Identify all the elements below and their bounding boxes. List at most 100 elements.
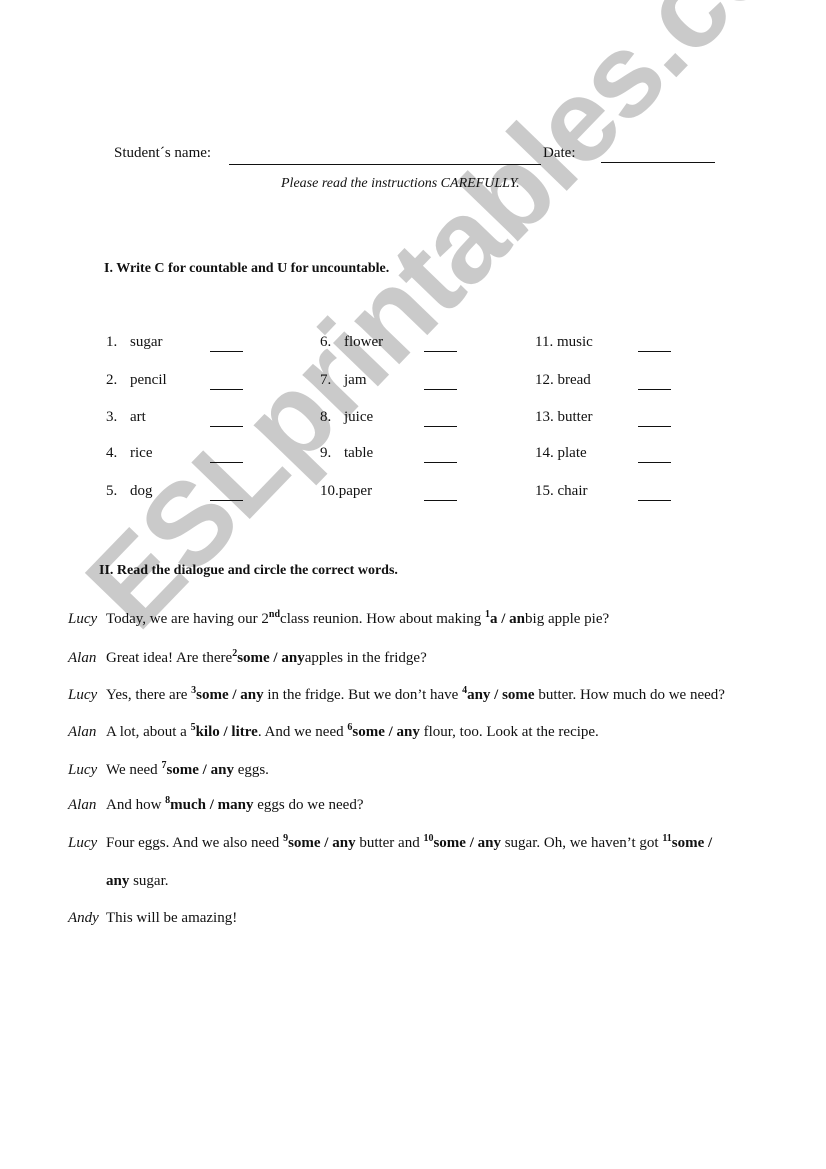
- list-item: 9. table: [320, 445, 373, 462]
- item-number: 3.: [106, 409, 118, 425]
- answer-blank[interactable]: [210, 462, 243, 463]
- list-item: 12. bread: [535, 372, 591, 389]
- item-number: 4.: [106, 445, 118, 461]
- speaker: Alan: [68, 724, 97, 740]
- answer-blank[interactable]: [638, 389, 671, 390]
- item-number: 15.: [535, 483, 554, 499]
- choice-option[interactable]: some /: [672, 835, 712, 851]
- item-number: 7.: [320, 372, 332, 388]
- instructions-note: Please read the instructions CAREFULLY.: [281, 176, 520, 191]
- item-number: 8.: [320, 409, 332, 425]
- list-item: 5. dog: [106, 483, 153, 500]
- item-number: 2.: [106, 372, 118, 388]
- answer-blank[interactable]: [424, 426, 457, 427]
- item-word: butter: [557, 409, 593, 425]
- item-word: juice: [344, 409, 374, 425]
- choice-option[interactable]: much / many: [170, 797, 253, 813]
- item-word: plate: [557, 445, 587, 461]
- dialogue-text: Today, we are having our 2: [106, 611, 269, 627]
- item-word: pencil: [130, 372, 167, 388]
- section-2-title: II. Read the dialogue and circle the cor…: [99, 563, 398, 578]
- dialogue-text: Yes, there are: [106, 687, 192, 703]
- speaker: Alan: [68, 650, 97, 666]
- dialogue-text: apples in the fridge?: [304, 650, 427, 666]
- choice-option[interactable]: any / some: [467, 687, 535, 703]
- section-1-title: I. Write C for countable and U for uncou…: [104, 261, 390, 276]
- choice-option[interactable]: some / any: [166, 762, 234, 778]
- item-word: jam: [344, 372, 367, 388]
- dialogue-text: butter. How much do we need?: [534, 687, 725, 703]
- dialogue-text: A lot, about a: [106, 724, 191, 740]
- list-item: 11. music: [535, 334, 593, 351]
- answer-blank[interactable]: [424, 351, 457, 352]
- answer-blank[interactable]: [424, 462, 457, 463]
- item-word: music: [556, 334, 593, 350]
- item-word: paper: [338, 483, 373, 499]
- answer-blank[interactable]: [638, 426, 671, 427]
- choice-option[interactable]: a / an: [490, 611, 525, 627]
- dialogue-text: in the fridge. But we don’t have: [263, 687, 463, 703]
- dialogue-line: Alan A lot, about a 5kilo / litre. And we…: [68, 723, 599, 741]
- blank-number: 11: [662, 833, 672, 844]
- item-word: bread: [557, 372, 591, 388]
- item-word: flower: [344, 334, 384, 350]
- choice-option[interactable]: some / any: [433, 835, 501, 851]
- speaker: Andy: [68, 910, 99, 926]
- dialogue-text: . And we need: [257, 724, 348, 740]
- dialogue-text: sugar. Oh, we haven’t got: [500, 835, 663, 851]
- item-word: dog: [130, 483, 153, 499]
- student-name-field[interactable]: [229, 164, 541, 165]
- list-item: 4. rice: [106, 445, 152, 462]
- answer-blank[interactable]: [638, 462, 671, 463]
- answer-blank[interactable]: [210, 351, 243, 352]
- list-item: 14. plate: [535, 445, 587, 462]
- choice-option[interactable]: any: [106, 873, 129, 889]
- answer-blank[interactable]: [210, 389, 243, 390]
- ordinal-suffix: nd: [268, 609, 281, 620]
- answer-blank[interactable]: [638, 500, 671, 501]
- list-item: 6. flower: [320, 334, 383, 351]
- list-item: 15. chair: [535, 483, 587, 500]
- dialogue-text: This will be amazing!: [106, 910, 238, 926]
- dialogue-line: Lucy Four eggs. And we also need 9some / …: [68, 833, 712, 852]
- answer-blank[interactable]: [638, 351, 671, 352]
- dialogue-text: We need: [106, 762, 162, 778]
- item-number: 13.: [535, 409, 554, 425]
- date-field[interactable]: [601, 162, 715, 163]
- dialogue-line: Alan Great idea! Are there2some / anyappl…: [68, 649, 427, 667]
- dialogue-line: Lucy Today, we are having our 2ndclass re…: [68, 609, 609, 628]
- choice-option[interactable]: some / any: [196, 687, 264, 703]
- dialogue-line: Lucy We need 7some / any eggs.: [68, 761, 269, 779]
- speaker: Lucy: [68, 762, 98, 778]
- dialogue-text: sugar.: [129, 873, 169, 889]
- speaker: Alan: [68, 797, 97, 813]
- speaker: Lucy: [68, 835, 98, 851]
- speaker: Lucy: [68, 687, 98, 703]
- dialogue-text: eggs do we need?: [253, 797, 364, 813]
- worksheet-page: Student´s name: Date: Please read the in…: [0, 0, 826, 1169]
- item-word: chair: [557, 483, 588, 499]
- answer-blank[interactable]: [210, 426, 243, 427]
- item-number: 6.: [320, 334, 332, 350]
- choice-option[interactable]: kilo / litre: [196, 724, 258, 740]
- list-item: 3. art: [106, 409, 146, 426]
- answer-blank[interactable]: [424, 389, 457, 390]
- list-item: 10.paper: [320, 483, 372, 500]
- answer-blank[interactable]: [210, 500, 243, 501]
- item-number: 12.: [535, 372, 554, 388]
- dialogue-text: Four eggs. And we also need: [106, 835, 284, 851]
- speaker: Lucy: [68, 611, 98, 627]
- item-number: 5.: [106, 483, 118, 499]
- choice-option[interactable]: some / any: [237, 650, 305, 666]
- list-item: 2. pencil: [106, 372, 167, 389]
- dialogue-text: butter and: [355, 835, 424, 851]
- dialogue-line: Alan And how 8much / many eggs do we need…: [68, 796, 364, 814]
- item-word: sugar: [130, 334, 163, 350]
- dialogue-text: And how: [106, 797, 166, 813]
- choice-option[interactable]: some / any: [352, 724, 420, 740]
- item-word: art: [130, 409, 146, 425]
- date-label: Date:: [543, 145, 576, 161]
- answer-blank[interactable]: [424, 500, 457, 501]
- dialogue-text: flour, too. Look at the recipe.: [419, 724, 599, 740]
- choice-option[interactable]: some / any: [288, 835, 356, 851]
